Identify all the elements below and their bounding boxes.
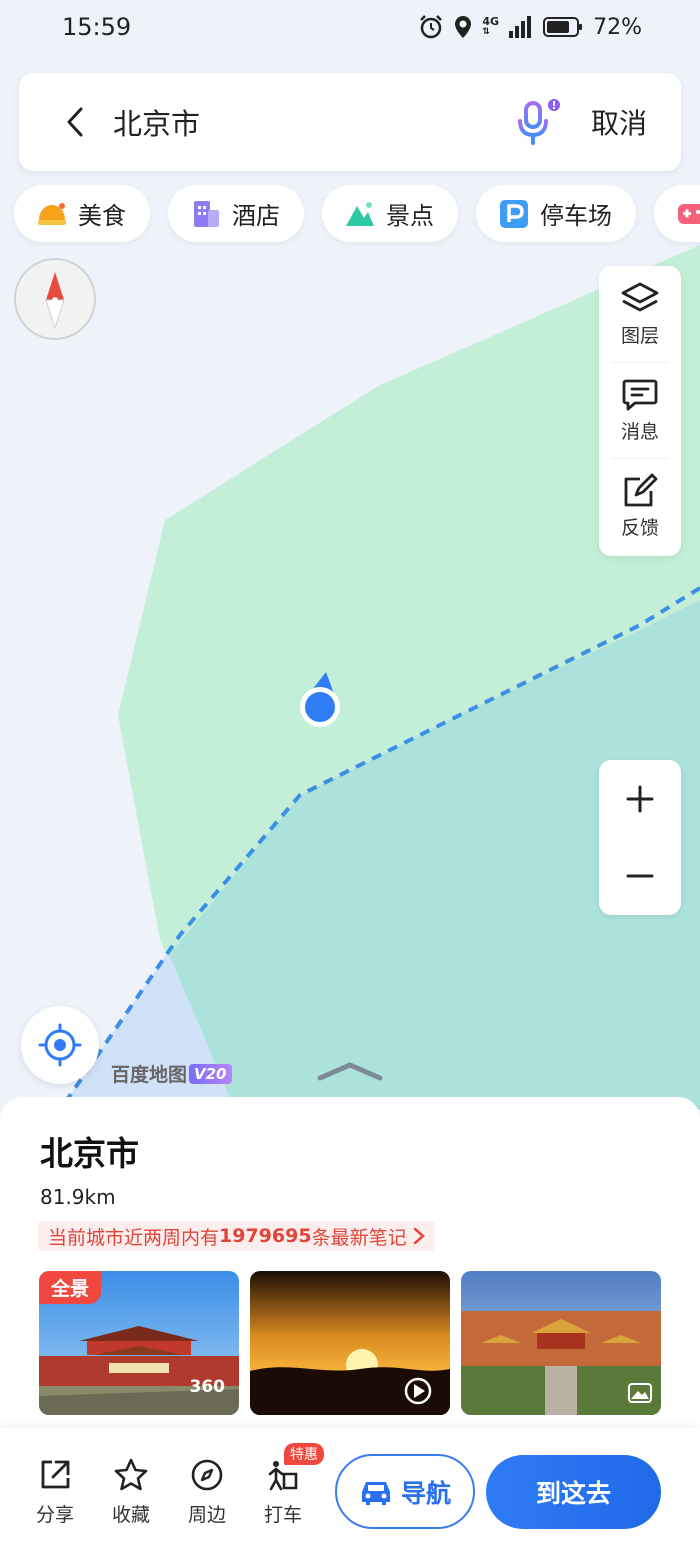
- chip-more[interactable]: [654, 185, 700, 242]
- feedback-label: 反馈: [620, 517, 659, 539]
- notes-prefix: 当前城市近两周内有: [48, 1226, 220, 1249]
- favorite-button[interactable]: 收藏: [101, 1458, 161, 1527]
- navigate-label: 导航: [400, 1478, 451, 1508]
- place-distance: 81.9km: [40, 1185, 116, 1209]
- pano-360-label: 360: [189, 1377, 226, 1397]
- chip-scenic[interactable]: 景点: [322, 185, 458, 242]
- compass[interactable]: [14, 258, 96, 340]
- messages-button[interactable]: 消息: [611, 362, 669, 458]
- photo-strip: 全景 360: [39, 1271, 661, 1415]
- photo-video[interactable]: [250, 1271, 450, 1415]
- logo-version: V20: [189, 1063, 232, 1084]
- back-icon[interactable]: [59, 105, 93, 139]
- map-logo: 百度地图 V20: [111, 1060, 232, 1087]
- messages-label: 消息: [620, 421, 659, 443]
- message-icon: [622, 379, 658, 411]
- notes-banner[interactable]: 当前城市近两周内有 1979695 条最新笔记: [38, 1221, 435, 1251]
- compass-icon: [191, 1459, 223, 1491]
- sheet-expand-handle[interactable]: [316, 1060, 384, 1088]
- network-type: 4G ⇅: [482, 15, 500, 37]
- chip-label: 景点: [386, 202, 434, 230]
- zoom-in-button[interactable]: [599, 760, 681, 838]
- logo-text: 百度地图: [111, 1064, 188, 1086]
- go-here-button[interactable]: 到这去: [486, 1455, 661, 1529]
- locate-me-button[interactable]: [21, 1006, 99, 1084]
- taxi-label: 打车: [263, 1504, 302, 1526]
- bottom-action-bar: 分享 收藏 周边 打车 特惠 导航 到这去: [0, 1428, 700, 1555]
- layers-icon: [621, 282, 659, 311]
- chip-food[interactable]: 美食: [14, 185, 150, 242]
- signal-icon: [509, 16, 532, 38]
- taxi-promo-badge: 特惠: [284, 1443, 324, 1465]
- layers-button[interactable]: 图层: [599, 266, 681, 362]
- chip-hotel[interactable]: 酒店: [168, 185, 304, 242]
- chip-label: 酒店: [232, 202, 280, 230]
- compass-needle-icon: [45, 272, 65, 330]
- target-icon: [38, 1023, 82, 1067]
- game-icon: [678, 203, 700, 224]
- search-bar[interactable]: 北京市 取消: [19, 73, 681, 171]
- photo-image[interactable]: [461, 1271, 661, 1415]
- share-label: 分享: [35, 1504, 74, 1526]
- nearby-label: 周边: [187, 1504, 226, 1526]
- navigate-button[interactable]: 导航: [335, 1454, 475, 1529]
- zoom-out-button[interactable]: [599, 838, 681, 916]
- parking-icon: [500, 199, 528, 228]
- sunset-video-image: [250, 1271, 450, 1415]
- chip-parking[interactable]: 停车场: [476, 185, 636, 242]
- share-icon: [41, 1460, 70, 1489]
- notes-count: 1979695: [219, 1225, 312, 1247]
- star-icon: [114, 1458, 148, 1491]
- status-bar: 15:59 4G ⇅ 72%: [0, 0, 700, 54]
- category-chips: 美食 酒店 景点 停车场: [14, 185, 700, 242]
- search-query[interactable]: 北京市: [113, 101, 511, 143]
- voice-mic-icon[interactable]: [511, 97, 561, 147]
- scenic-icon: [346, 201, 374, 226]
- feedback-icon: [624, 473, 658, 507]
- panorama-badge: 全景: [39, 1271, 102, 1304]
- car-icon: [361, 1481, 390, 1505]
- cancel-button[interactable]: 取消: [591, 102, 647, 142]
- chip-label: 美食: [78, 202, 126, 230]
- layers-label: 图层: [620, 324, 659, 347]
- notes-suffix: 条最新笔记: [311, 1226, 407, 1249]
- status-time: 15:59: [62, 13, 132, 41]
- photo-panorama[interactable]: 全景 360: [39, 1271, 239, 1415]
- minus-icon: [626, 874, 654, 878]
- plus-icon: [626, 785, 654, 813]
- share-button[interactable]: 分享: [25, 1458, 85, 1527]
- feedback-button[interactable]: 反馈: [611, 458, 669, 554]
- status-icons: 4G ⇅ 72%: [418, 14, 642, 40]
- taxi-button[interactable]: 打车: [253, 1458, 313, 1527]
- battery-level: 72%: [593, 14, 642, 40]
- location-icon: [455, 16, 472, 38]
- zoom-controls: [599, 760, 681, 915]
- alarm-icon: [420, 15, 443, 39]
- hotel-icon: [194, 200, 219, 227]
- battery-icon: [543, 17, 583, 37]
- place-title: 北京市: [40, 1134, 139, 1173]
- go-here-label: 到这去: [535, 1479, 611, 1508]
- food-icon: [38, 202, 66, 225]
- favorite-label: 收藏: [111, 1504, 150, 1526]
- forbidden-city-image: [461, 1271, 661, 1415]
- chip-label: 停车场: [540, 202, 612, 230]
- nearby-button[interactable]: 周边: [177, 1458, 237, 1527]
- map-tools-panel: 图层 消息 反馈: [599, 266, 681, 556]
- chevron-up-icon: [317, 1062, 383, 1081]
- chevron-right-icon: [413, 1227, 425, 1245]
